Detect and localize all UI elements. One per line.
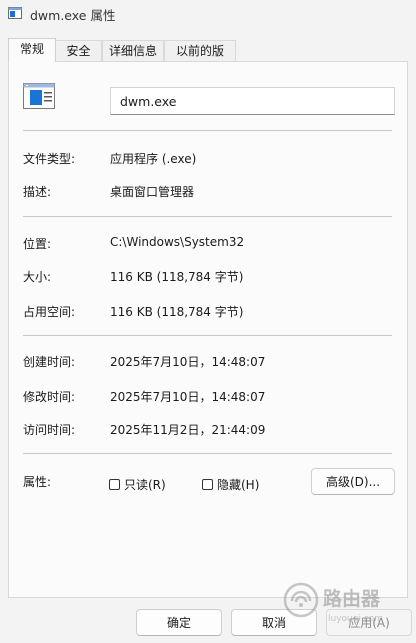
advanced-button[interactable]: 高级(D)... bbox=[311, 468, 395, 495]
size-label: 大小: bbox=[23, 270, 52, 284]
accessed-value: 2025年11月2日，21:44:09 bbox=[110, 423, 266, 437]
attributes-label: 属性: bbox=[23, 475, 52, 489]
tab-previous-versions[interactable]: 以前的版本 bbox=[164, 40, 236, 78]
title-bar: dwm.exe 属性 bbox=[0, 0, 416, 28]
ok-button[interactable]: 确定 bbox=[136, 609, 222, 636]
created-value: 2025年7月10日，14:48:07 bbox=[110, 355, 266, 369]
location-value: C:\Windows\System32 bbox=[110, 235, 245, 249]
window-title: dwm.exe 属性 bbox=[30, 8, 116, 23]
created-label: 创建时间: bbox=[23, 355, 76, 369]
watermark-logo: 路由器 luyouqi.com bbox=[283, 582, 383, 624]
tab-general[interactable]: 常规 bbox=[8, 38, 56, 62]
size-on-disk-label: 占用空间: bbox=[23, 305, 76, 319]
modified-label: 修改时间: bbox=[23, 390, 76, 404]
separator bbox=[23, 130, 392, 131]
modified-value: 2025年7月10日，14:48:07 bbox=[110, 390, 266, 404]
watermark-subtext: luyouqi.com bbox=[328, 614, 383, 624]
size-value: 116 KB (118,784 字节) bbox=[110, 270, 244, 284]
tab-details[interactable]: 详细信息 bbox=[102, 40, 164, 61]
description-label: 描述: bbox=[23, 185, 52, 199]
watermark-text: 路由器 bbox=[323, 587, 381, 610]
location-label: 位置: bbox=[23, 237, 52, 251]
accessed-label: 访问时间: bbox=[23, 423, 76, 437]
readonly-checkbox[interactable]: 只读(R) bbox=[109, 476, 166, 493]
checkbox-box[interactable] bbox=[202, 479, 213, 490]
hidden-label: 隐藏(H) bbox=[217, 478, 260, 492]
description-value: 桌面窗口管理器 bbox=[110, 185, 195, 199]
checkbox-box[interactable] bbox=[109, 479, 120, 490]
app-file-icon bbox=[8, 7, 22, 19]
general-panel: 文件类型: 应用程序 (.exe) 描述: 桌面窗口管理器 位置: C:\Win… bbox=[8, 61, 408, 598]
separator bbox=[23, 453, 392, 454]
tab-security[interactable]: 安全 bbox=[55, 40, 102, 61]
separator bbox=[23, 216, 392, 217]
readonly-label: 只读(R) bbox=[124, 478, 166, 492]
size-on-disk-value: 116 KB (118,784 字节) bbox=[110, 305, 244, 319]
hidden-checkbox[interactable]: 隐藏(H) bbox=[202, 476, 259, 493]
file-type-value: 应用程序 (.exe) bbox=[110, 152, 197, 166]
filename-input[interactable] bbox=[110, 87, 395, 115]
application-icon bbox=[23, 83, 55, 109]
separator bbox=[23, 335, 392, 336]
file-type-label: 文件类型: bbox=[23, 152, 76, 166]
